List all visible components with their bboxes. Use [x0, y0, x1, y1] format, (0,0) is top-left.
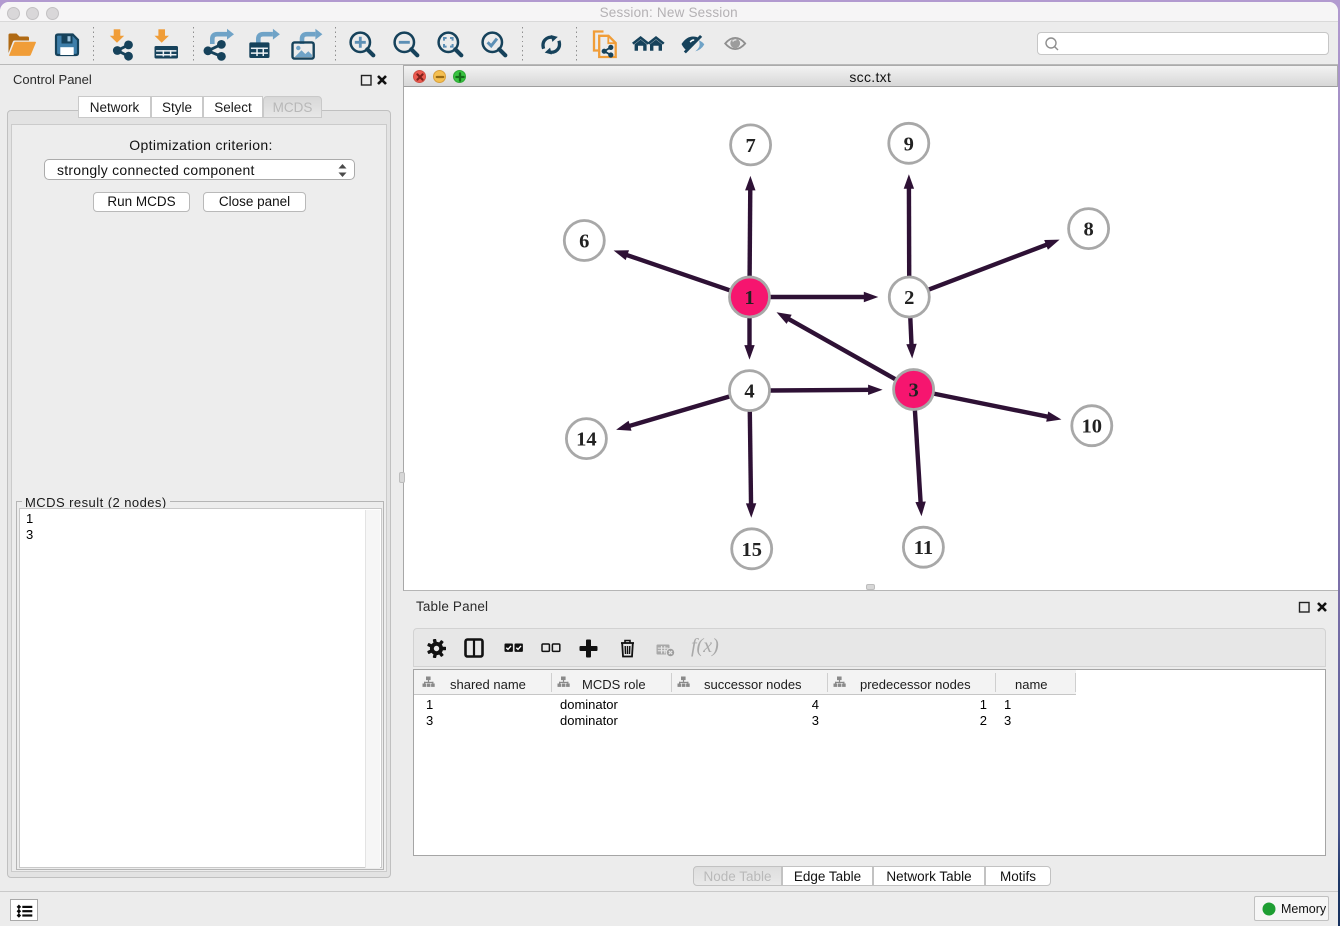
svg-text:1: 1: [744, 287, 754, 309]
svg-text:3: 3: [908, 380, 918, 402]
svg-text:8: 8: [1083, 219, 1093, 241]
svg-text:10: 10: [1082, 416, 1103, 438]
svg-text:15: 15: [741, 539, 762, 561]
svg-text:9: 9: [904, 133, 914, 155]
svg-text:7: 7: [745, 135, 755, 157]
svg-text:4: 4: [744, 381, 754, 403]
svg-text:2: 2: [904, 287, 914, 309]
svg-text:6: 6: [579, 231, 589, 253]
svg-text:11: 11: [914, 537, 933, 559]
svg-text:14: 14: [576, 429, 597, 451]
